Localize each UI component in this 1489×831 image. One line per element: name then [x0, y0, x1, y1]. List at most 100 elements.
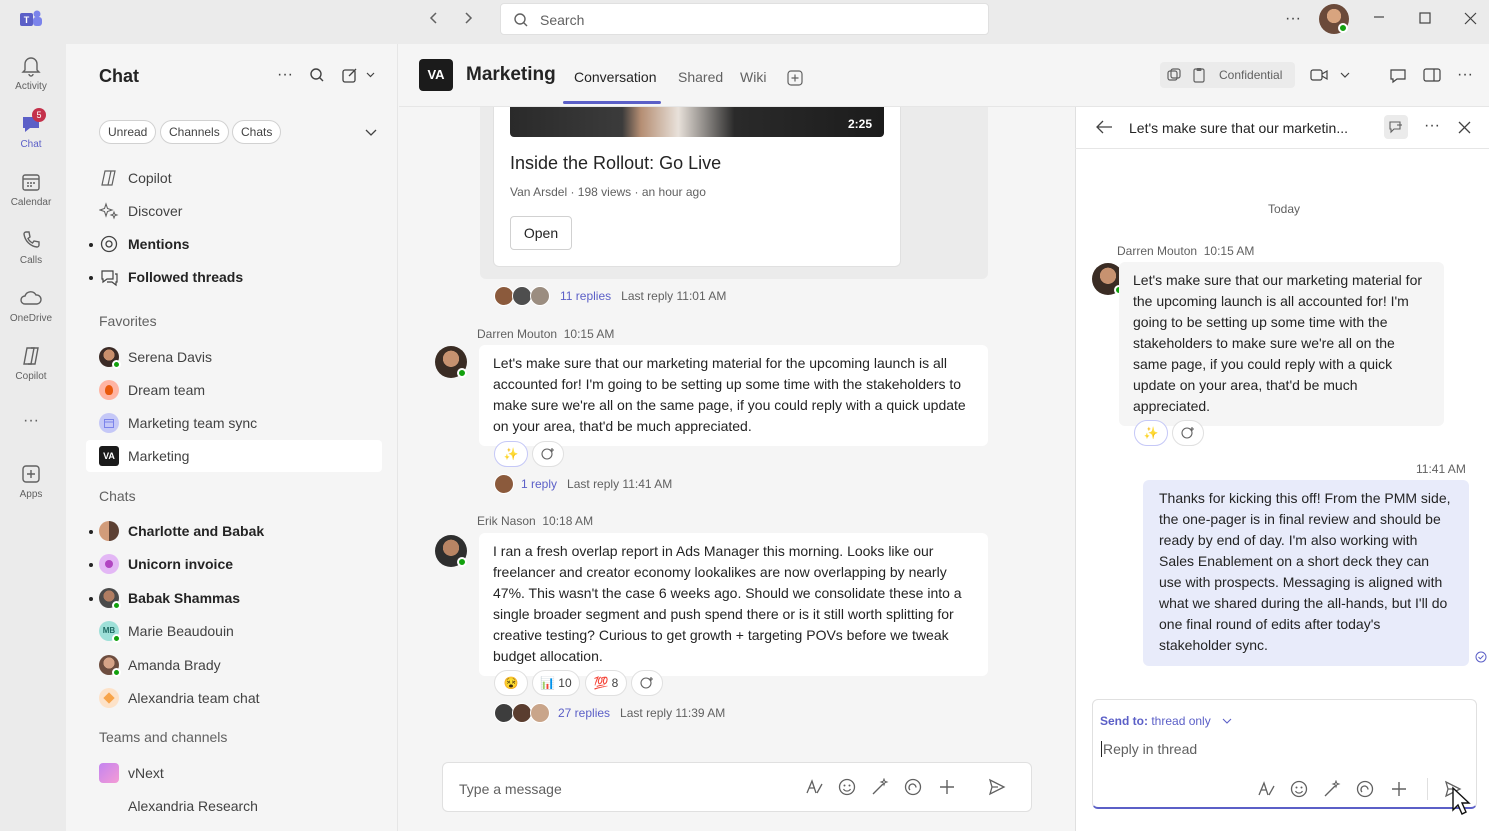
reaction-chart[interactable]: 📊 10: [532, 670, 580, 696]
team-item-alexandria-research[interactable]: Alexandria Research: [86, 790, 382, 822]
reaction-dizzy[interactable]: 😵: [494, 670, 528, 696]
reaction-hundred[interactable]: 💯 8: [585, 670, 627, 696]
attach-plus-icon[interactable]: [1390, 780, 1408, 798]
copilot-rewrite-icon[interactable]: [871, 778, 889, 796]
copy-link-icon[interactable]: [1166, 67, 1182, 83]
send-to-selector[interactable]: Send to: thread only: [1100, 714, 1211, 728]
maximize-icon[interactable]: [1419, 12, 1431, 24]
replies-link[interactable]: 1 reply: [521, 477, 557, 491]
chat-item-dream-team[interactable]: Dream team: [86, 374, 382, 406]
call-options-chevron-icon[interactable]: [1339, 70, 1351, 80]
minimize-icon[interactable]: [1373, 11, 1385, 23]
add-reaction-button[interactable]: [631, 670, 663, 696]
replies-link[interactable]: 27 replies: [558, 706, 610, 720]
send-to-chevron-icon[interactable]: [1222, 717, 1232, 725]
chat-search-icon[interactable]: [309, 67, 325, 83]
video-call-icon[interactable]: [1310, 68, 1328, 82]
rail-copilot[interactable]: Copilot: [0, 344, 62, 382]
thread-follow-button[interactable]: [1384, 115, 1408, 139]
rail-calls[interactable]: Calls: [0, 228, 62, 266]
rail-chat[interactable]: Chat: [0, 112, 62, 150]
thread-back-arrow-icon[interactable]: [1095, 119, 1113, 135]
chat-item-marie[interactable]: MB Marie Beaudouin: [86, 615, 382, 647]
presence-available-icon: [112, 668, 121, 677]
group-avatar: [99, 521, 119, 541]
rail-activity[interactable]: Activity: [0, 54, 62, 92]
filter-channels[interactable]: Channels: [160, 120, 229, 144]
loop-icon[interactable]: [1356, 780, 1374, 798]
add-reaction-button[interactable]: [532, 441, 564, 467]
attach-plus-icon[interactable]: [938, 778, 956, 796]
unread-dot: [89, 597, 93, 601]
thread-more-button[interactable]: ···: [1424, 117, 1440, 135]
rail-apps[interactable]: Apps: [0, 462, 62, 500]
sparkle-reaction[interactable]: ✨: [1134, 420, 1168, 446]
video-replies-summary[interactable]: 11 replies Last reply 11:01 AM: [560, 289, 726, 303]
chat-item-marketing[interactable]: VA Marketing: [86, 440, 382, 472]
apps-icon: [19, 462, 43, 486]
team-item-vnext[interactable]: vNext: [86, 757, 382, 789]
unread-dot: [89, 276, 93, 280]
loop-icon[interactable]: [904, 778, 922, 796]
rail-onedrive[interactable]: OneDrive: [0, 286, 62, 324]
replies-link[interactable]: 11 replies: [560, 289, 611, 303]
send-icon[interactable]: [988, 778, 1006, 796]
sensitivity-label[interactable]: Confidential: [1219, 68, 1282, 82]
avatar: [494, 474, 514, 494]
tab-conversation[interactable]: Conversation: [574, 69, 657, 85]
video-title[interactable]: Inside the Rollout: Go Live: [510, 153, 721, 174]
nav-copilot[interactable]: Copilot: [86, 162, 382, 194]
add-reaction-icon: [1181, 427, 1194, 439]
emoji-icon[interactable]: [1290, 780, 1308, 798]
emoji-icon[interactable]: [838, 778, 856, 796]
format-icon[interactable]: [804, 778, 824, 796]
filter-expand-chevron-icon[interactable]: [364, 125, 378, 139]
add-reaction-button[interactable]: [1172, 420, 1204, 446]
thread-reply-input[interactable]: Reply in thread: [1101, 741, 1197, 757]
chat-more-button[interactable]: ···: [277, 66, 293, 84]
chat-item-alexandria-team[interactable]: Alexandria team chat: [86, 682, 382, 714]
tab-wiki[interactable]: Wiki: [740, 69, 766, 85]
more-options-button[interactable]: ···: [1285, 10, 1301, 28]
nav-followed-threads[interactable]: Followed threads: [86, 261, 382, 293]
message-replies-summary[interactable]: 27 replies Last reply 11:39 AM: [558, 706, 725, 720]
rail-calendar[interactable]: Calendar: [0, 170, 62, 208]
thread-day-divider: Today: [1268, 202, 1301, 216]
video-thumbnail[interactable]: [510, 107, 884, 137]
clipboard-icon[interactable]: [1192, 67, 1206, 83]
add-tab-icon[interactable]: [787, 70, 803, 86]
nav-mentions[interactable]: Mentions: [86, 228, 382, 260]
bell-icon: [19, 54, 43, 78]
copilot-rewrite-icon[interactable]: [1323, 780, 1341, 798]
channel-more-button[interactable]: ···: [1457, 66, 1473, 84]
filter-chats[interactable]: Chats: [232, 120, 282, 144]
open-video-button[interactable]: Open: [510, 216, 572, 250]
rail-more-apps[interactable]: ···: [0, 412, 62, 430]
chat-item-babak[interactable]: Babak Shammas: [86, 582, 382, 614]
chat-item-unicorn-invoice[interactable]: Unicorn invoice: [86, 548, 382, 580]
forward-arrow-icon[interactable]: [460, 10, 476, 26]
back-arrow-icon[interactable]: [426, 10, 442, 26]
favorites-header: Favorites: [99, 313, 157, 329]
message-meta: Darren Mouton 10:15 AM: [477, 327, 615, 341]
new-chat-icon[interactable]: [342, 67, 376, 83]
follow-thread-icon: [1389, 121, 1402, 134]
presence-available-icon: [457, 368, 467, 378]
tab-shared[interactable]: Shared: [678, 69, 723, 85]
compose-placeholder: Type a message: [459, 781, 562, 797]
thread-close-icon[interactable]: [1458, 121, 1471, 134]
chat-item-amanda[interactable]: Amanda Brady: [86, 649, 382, 681]
format-icon[interactable]: [1256, 780, 1276, 798]
chat-item-serena[interactable]: Serena Davis: [86, 341, 382, 373]
filter-unread[interactable]: Unread: [99, 120, 157, 144]
chat-bubble-icon[interactable]: [1389, 67, 1407, 85]
nav-discover[interactable]: Discover: [86, 195, 382, 227]
side-panel-icon[interactable]: [1423, 67, 1441, 83]
chat-item-charlotte-babak[interactable]: Charlotte and Babak: [86, 515, 382, 547]
chat-item-marketing-team-sync[interactable]: Marketing team sync: [86, 407, 382, 439]
search-input[interactable]: Search: [500, 3, 989, 35]
sparkle-reaction[interactable]: ✨: [494, 441, 528, 467]
chat-badge: 5: [32, 108, 46, 122]
close-window-icon[interactable]: [1464, 12, 1477, 25]
message-replies-summary[interactable]: 1 reply Last reply 11:41 AM: [521, 477, 672, 491]
